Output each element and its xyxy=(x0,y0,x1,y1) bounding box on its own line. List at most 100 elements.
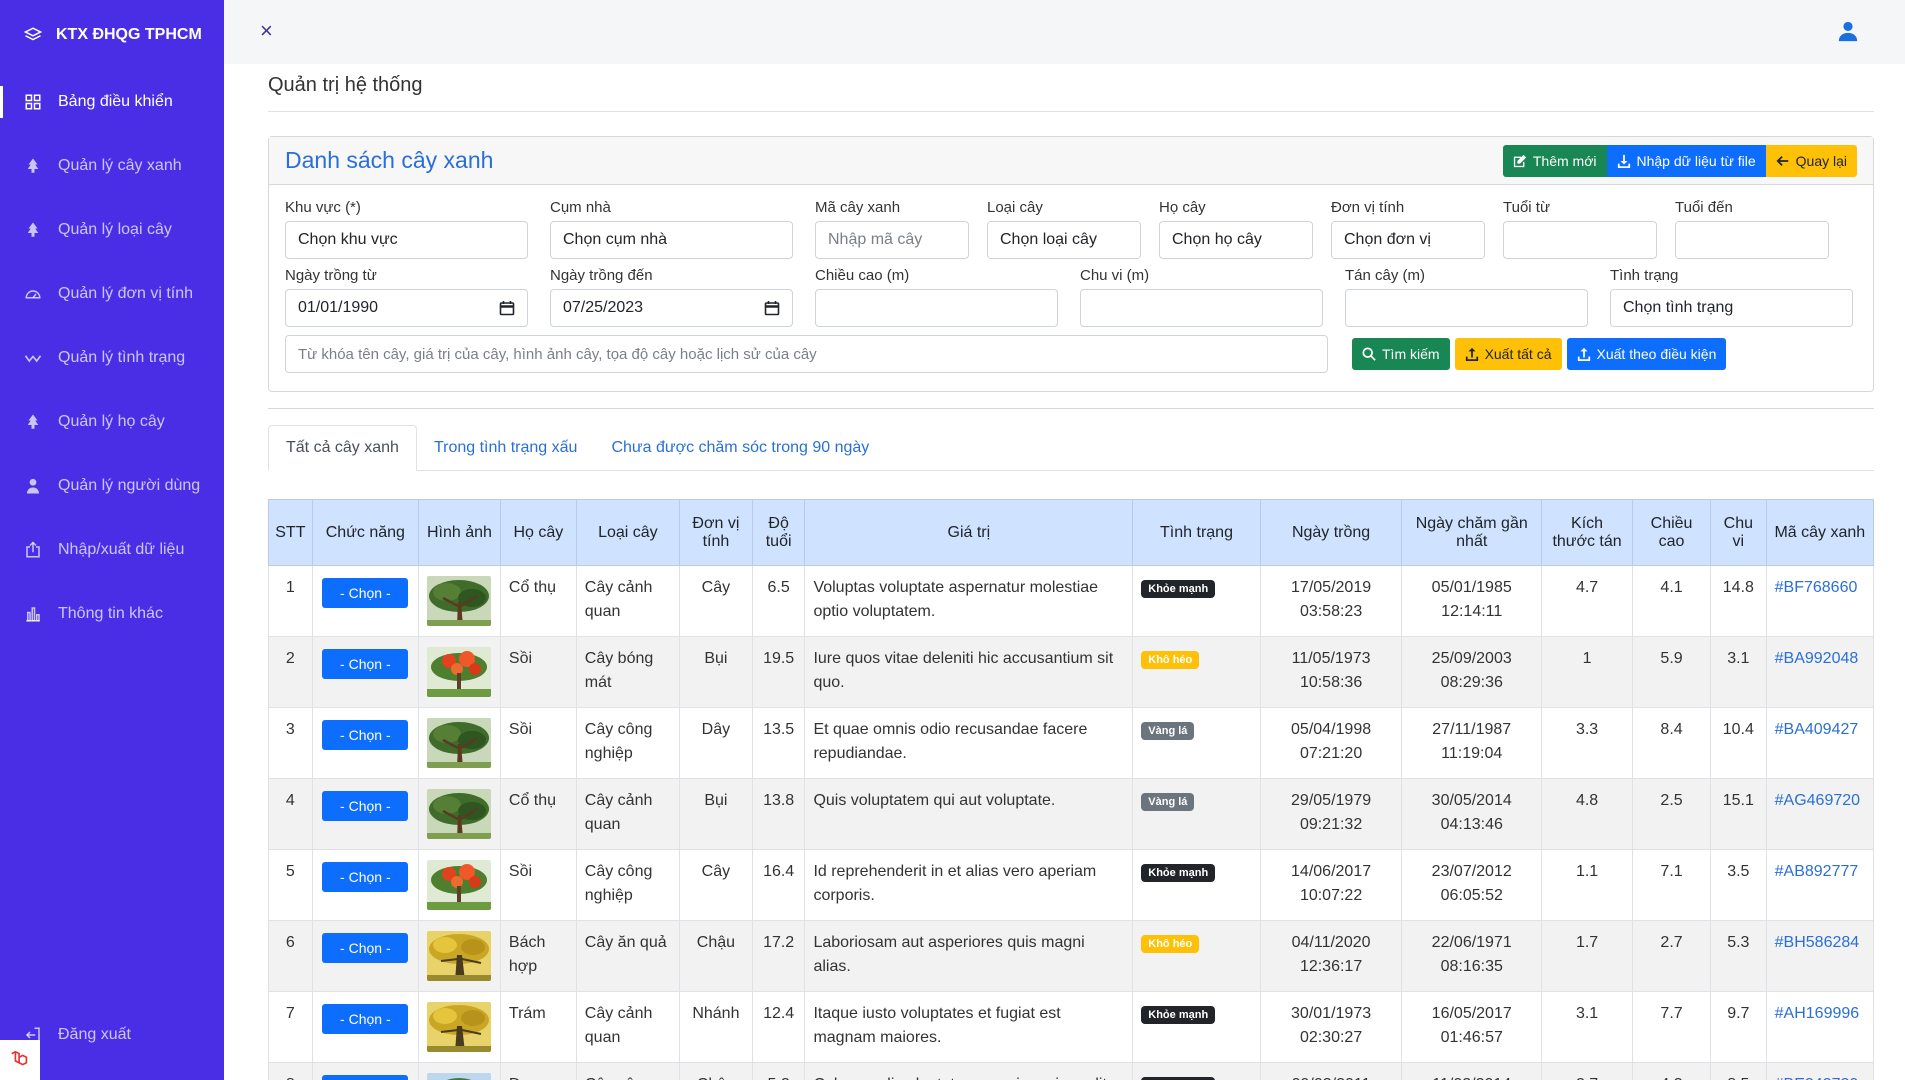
export-all-button[interactable]: Xuất tất cả xyxy=(1454,338,1562,370)
tree-unit: Bụi xyxy=(678,778,753,850)
tree-code[interactable]: #AB892777 xyxy=(1775,863,1859,880)
tree-code[interactable]: #BF768660 xyxy=(1775,579,1858,596)
chu-vi-input[interactable] xyxy=(1080,289,1323,327)
tree-type: Cây cảnh quan xyxy=(575,778,680,850)
tree-code[interactable]: #BA992048 xyxy=(1775,650,1859,667)
sidebar-item-0[interactable]: Bảng điều khiển xyxy=(0,70,224,134)
tree-code-link[interactable]: #AH169996 xyxy=(1765,991,1875,1063)
tab-not-cared-90-days[interactable]: Chưa được chăm sóc trong 90 ngày xyxy=(594,425,886,470)
cum-nha-select[interactable]: Chọn cụm nhà xyxy=(550,221,793,259)
sidebar-item-2[interactable]: Quản lý loại cây xyxy=(0,198,224,262)
sidebar-item-8[interactable]: Thông tin khác xyxy=(0,582,224,646)
tree-age: 16.4 xyxy=(751,849,806,921)
tree-thumbnail[interactable] xyxy=(417,636,501,708)
loai-cay-select[interactable]: Chọn loại cây xyxy=(987,221,1141,259)
dashboard-icon xyxy=(24,93,42,111)
tan-cay-input[interactable] xyxy=(1345,289,1588,327)
column-header: Kích thước tán xyxy=(1541,499,1634,566)
chu-vi-label: Chu vi (m) xyxy=(1080,267,1150,284)
khu-vuc-select[interactable]: Chọn khu vực xyxy=(285,221,528,259)
ho-cay-select[interactable]: Chọn họ cây xyxy=(1159,221,1313,259)
brand[interactable]: KTX ĐHQG TPHCM xyxy=(0,0,224,70)
row-action-cell: - Chọn - xyxy=(311,636,419,708)
row-action-select[interactable]: - Chọn - xyxy=(322,720,409,750)
ngay-den-value: 07/25/2023 xyxy=(563,299,644,316)
search-button[interactable]: Tìm kiếm xyxy=(1352,338,1450,370)
canopy-size: 4.7 xyxy=(1541,565,1634,637)
download-icon xyxy=(1617,154,1630,168)
tab-bad-condition[interactable]: Trong tình trạng xấu xyxy=(417,425,595,470)
row-action-select[interactable]: - Chọn - xyxy=(322,1075,409,1080)
tree-code-link[interactable]: #BA409427 xyxy=(1765,707,1875,779)
calendar-icon[interactable] xyxy=(764,300,780,316)
close-sidebar-button[interactable]: × xyxy=(260,18,273,44)
tree-thumbnail[interactable] xyxy=(417,849,501,921)
row-action-select[interactable]: - Chọn - xyxy=(322,933,409,963)
row-action-select[interactable]: - Chọn - xyxy=(322,649,409,679)
tree-family: Dương xỉ xyxy=(499,1062,577,1080)
don-vi-select[interactable]: Chọn đơn vị xyxy=(1331,221,1485,259)
tree-family: Sồi xyxy=(499,636,577,708)
search-label: Tìm kiếm xyxy=(1382,346,1440,362)
sidebar-item-label: Quản lý người dùng xyxy=(58,477,201,494)
ngay-tu-input[interactable]: 01/01/1990 xyxy=(285,289,528,327)
tree-family: Sồi xyxy=(499,707,577,779)
add-new-label: Thêm mới xyxy=(1532,152,1597,169)
tree-thumbnail[interactable] xyxy=(417,565,501,637)
tree-circumference: 9.7 xyxy=(1710,991,1767,1063)
tree-thumbnail[interactable] xyxy=(417,991,501,1063)
tree-code[interactable]: #BE242720 xyxy=(1775,1076,1859,1080)
row-action-select[interactable]: - Chọn - xyxy=(322,578,409,608)
sidebar-item-4[interactable]: Quản lý tình trạng xyxy=(0,326,224,390)
keyword-search-input[interactable]: Từ khóa tên cây, giá trị của cây, hình ả… xyxy=(285,335,1328,373)
tuoi-den-input[interactable] xyxy=(1675,221,1829,259)
column-header: Chu vi xyxy=(1710,499,1767,566)
tree-code-link[interactable]: #AG469720 xyxy=(1765,778,1875,850)
tree-code[interactable]: #AG469720 xyxy=(1775,792,1860,809)
add-new-button[interactable]: Thêm mới xyxy=(1502,144,1607,177)
status-badge: Khô héo xyxy=(1141,651,1200,669)
tree-thumbnail[interactable] xyxy=(417,920,501,992)
export-condition-button[interactable]: Xuất theo điều kiện xyxy=(1566,338,1727,370)
row-action-select[interactable]: - Chọn - xyxy=(322,1004,409,1034)
sidebar-item-6[interactable]: Quản lý người dùng xyxy=(0,454,224,518)
chieu-cao-input[interactable] xyxy=(815,289,1058,327)
row-action-select[interactable]: - Chọn - xyxy=(322,862,409,892)
tree-code[interactable]: #BA409427 xyxy=(1775,721,1859,738)
table-row: 2 - Chọn - Sồi Cây bóng mát Bụi 19.5 Iure quos… xyxy=(268,636,1875,708)
tinh-trang-select[interactable]: Chọn tình trạng xyxy=(1610,289,1853,327)
row-index: 3 xyxy=(268,707,313,779)
status-badge: Khỏe mạnh xyxy=(1141,580,1216,598)
row-action-select[interactable]: - Chọn - xyxy=(322,791,409,821)
table-row: 1 - Chọn - Cổ thụ Cây cảnh quan Cây 6.5 Volupt… xyxy=(268,565,1875,637)
calendar-icon[interactable] xyxy=(499,300,515,316)
ho-cay-label: Họ cây xyxy=(1159,199,1206,216)
tree-code-link[interactable]: #AB892777 xyxy=(1765,849,1875,921)
tree-code-link[interactable]: #BE242720 xyxy=(1765,1062,1875,1080)
tree-thumbnail[interactable] xyxy=(417,707,501,779)
table-row: 6 - Chọn - Bách hợp Cây ăn quả Chậu 17.2 Labor… xyxy=(268,920,1875,992)
ma-cay-input[interactable]: Nhập mã cây xyxy=(815,221,969,259)
tree-code-link[interactable]: #BF768660 xyxy=(1765,565,1875,637)
plant-date: 09/03/2011 09:37:32 xyxy=(1259,1062,1403,1080)
user-account-icon[interactable] xyxy=(1837,20,1859,42)
tree-thumbnail[interactable] xyxy=(417,1062,501,1080)
tree-code[interactable]: #AH169996 xyxy=(1775,1005,1860,1022)
tree-icon xyxy=(24,221,42,239)
tab-all-trees[interactable]: Tất cả cây xanh xyxy=(268,425,417,471)
tree-code-link[interactable]: #BH586284 xyxy=(1765,920,1875,992)
tuoi-tu-input[interactable] xyxy=(1503,221,1657,259)
tree-code[interactable]: #BH586284 xyxy=(1775,934,1860,951)
import-file-button[interactable]: Nhập dữ liệu từ file xyxy=(1606,144,1766,177)
sidebar-item-3[interactable]: Quản lý đơn vị tính xyxy=(0,262,224,326)
sidebar-item-7[interactable]: Nhập/xuất dữ liệu xyxy=(0,518,224,582)
tree-thumbnail[interactable] xyxy=(417,778,501,850)
sidebar-item-1[interactable]: Quản lý cây xanh xyxy=(0,134,224,198)
sidebar-item-5[interactable]: Quản lý họ cây xyxy=(0,390,224,454)
tree-code-link[interactable]: #BA992048 xyxy=(1765,636,1875,708)
back-button[interactable]: Quay lại xyxy=(1765,144,1857,177)
last-care-date: 23/07/2012 06:05:52 xyxy=(1401,849,1543,921)
divider xyxy=(268,408,1874,409)
ngay-den-input[interactable]: 07/25/2023 xyxy=(550,289,793,327)
tabs: Tất cả cây xanh Trong tình trạng xấu Chư… xyxy=(268,425,1874,471)
